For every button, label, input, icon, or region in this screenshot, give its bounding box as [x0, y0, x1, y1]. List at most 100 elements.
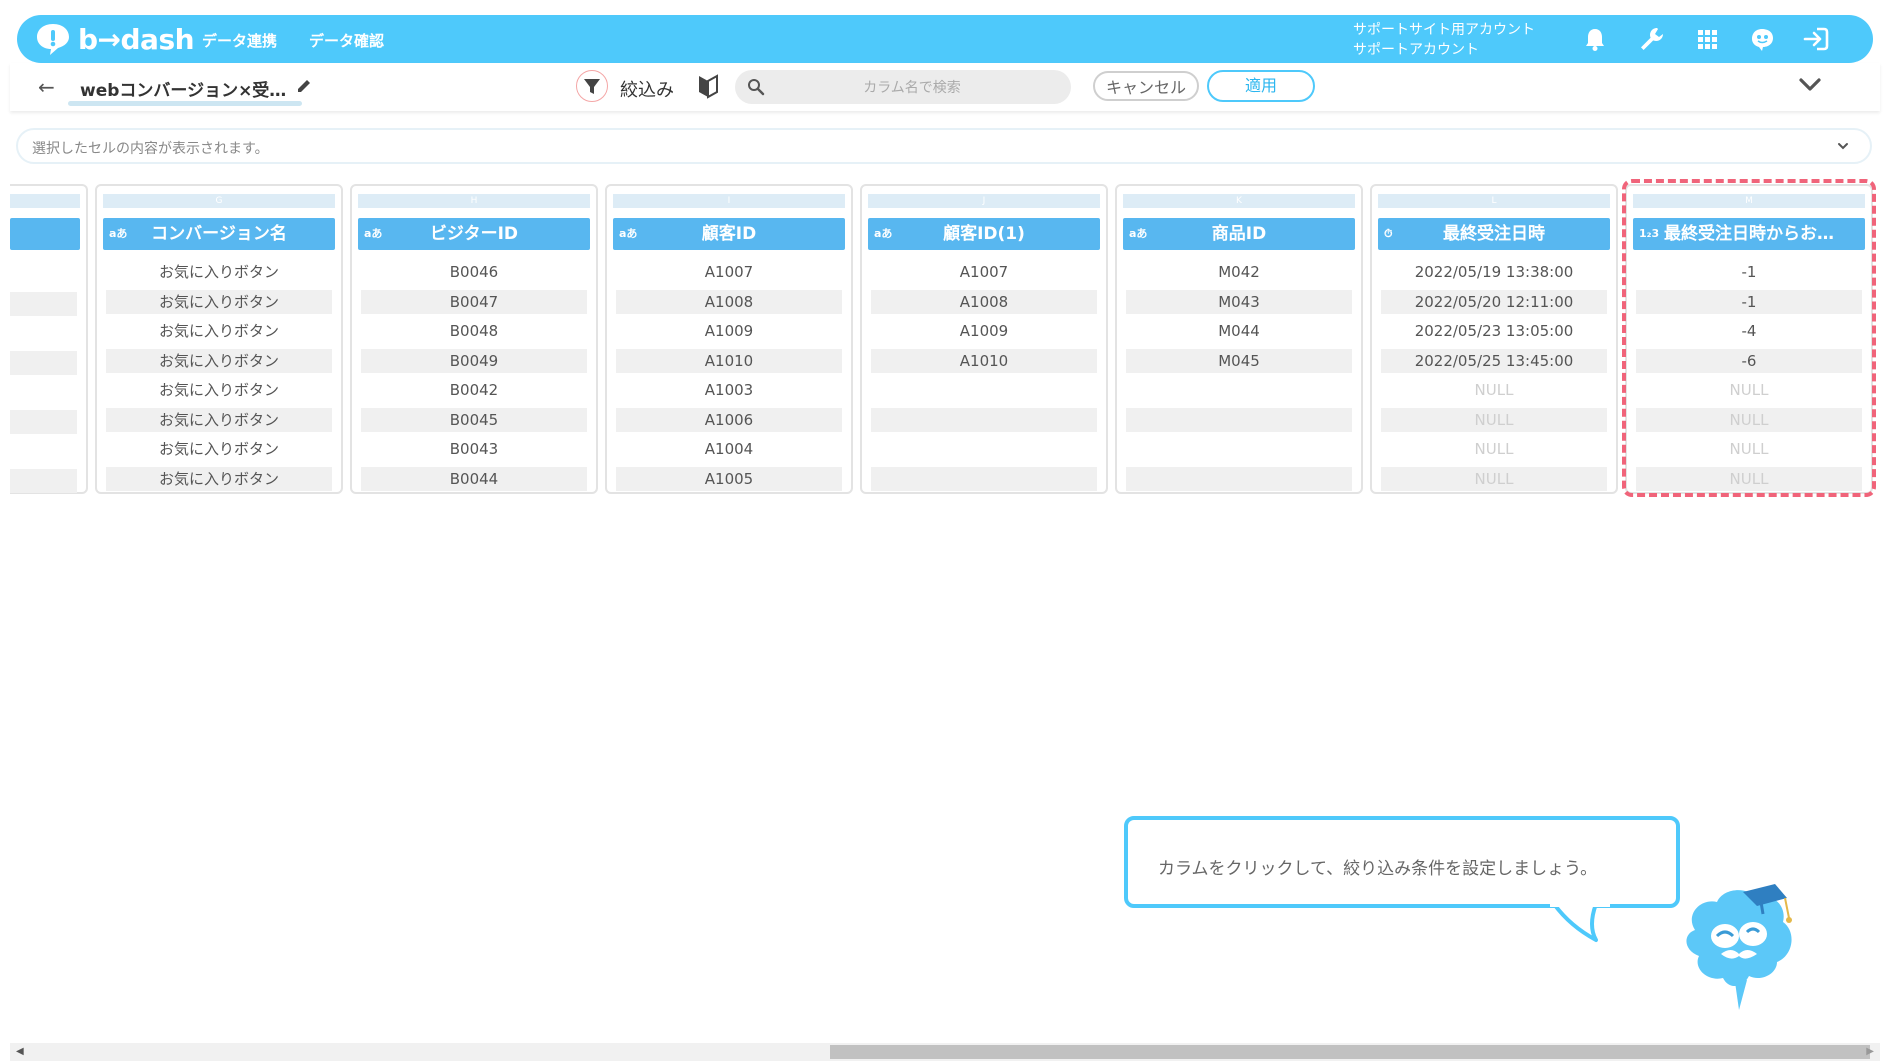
table-cell[interactable] — [1126, 378, 1352, 402]
table-cell[interactable]: お気に入りボタン — [106, 407, 332, 432]
table-cell[interactable]: B0044 — [361, 466, 587, 491]
logo-text: b→dash — [78, 22, 195, 56]
table-cell[interactable]: 2022/05/20 12:11:00 — [1381, 289, 1607, 314]
support-mascot-icon[interactable] — [1748, 25, 1776, 53]
table-column[interactable]: Iaあ 顧客ID A1007 A1008 A1009 A1010 A1003 A1006 A10… — [605, 184, 853, 494]
pencil-edit-icon[interactable] — [295, 77, 313, 95]
table-cell[interactable]: A1009 — [871, 319, 1097, 343]
funnel-icon — [584, 79, 600, 94]
table-cell[interactable] — [10, 469, 77, 493]
table-cell[interactable]: A1008 — [871, 289, 1097, 314]
table-cell[interactable]: A1004 — [616, 437, 842, 461]
bdash-logo[interactable]: b→dash — [34, 21, 195, 57]
table-cell[interactable]: A1007 — [616, 260, 842, 284]
hint-speech-bubble: カラムをクリックして、絞り込み条件を設定しましょう。 — [1124, 816, 1680, 908]
table-cell[interactable]: NULL — [1381, 466, 1607, 491]
table-cell[interactable]: NULL — [1381, 378, 1607, 402]
table-cell[interactable]: A1007 — [871, 260, 1097, 284]
column-search-input[interactable] — [775, 74, 1049, 102]
table-cell[interactable]: A1003 — [616, 378, 842, 402]
table-cell[interactable]: A1010 — [616, 348, 842, 373]
table-cell[interactable]: M042 — [1126, 260, 1352, 284]
horizontal-scrollbar[interactable]: ◀ ▶ — [10, 1043, 1880, 1061]
table-column[interactable]: Gaあ コンバージョン名お気に入りボタン お気に入りボタン お気に入りボタン お気に入り… — [95, 184, 343, 494]
table-cell[interactable]: 2022/05/19 13:38:00 — [1381, 260, 1607, 284]
table-cell[interactable]: お気に入りボタン — [106, 289, 332, 314]
cancel-button[interactable]: キャンセル — [1093, 71, 1199, 101]
apply-button[interactable]: 適用 — [1207, 70, 1315, 102]
account-info[interactable]: サポートサイト用アカウント サポートアカウント — [1353, 20, 1535, 60]
table-cell[interactable]: NULL — [1381, 407, 1607, 432]
column-letter — [10, 194, 80, 208]
filter-button[interactable] — [576, 70, 608, 102]
table-column[interactable]: L ⏱ 最終受注日時 2022/05/19 13:38:00 2022/05/20 12… — [1370, 184, 1618, 494]
table-cell[interactable] — [10, 351, 77, 375]
table-cell[interactable] — [1126, 407, 1352, 432]
table-cell[interactable]: お気に入りボタン — [106, 319, 332, 343]
wrench-icon[interactable] — [1637, 25, 1665, 53]
table-cell[interactable] — [871, 437, 1097, 461]
scroll-right-arrow-icon[interactable]: ▶ — [1866, 1046, 1874, 1057]
table-column[interactable]: Haあ ビジターID B0046 B0047 B0048 B0049 B0042 B0045 B… — [350, 184, 598, 494]
table-cell[interactable]: B0046 — [361, 260, 587, 284]
column-header-label: ビジターID — [429, 224, 519, 244]
table-cell[interactable] — [10, 410, 77, 434]
beginner-mark-icon[interactable] — [697, 73, 719, 99]
table-cell[interactable]: B0048 — [361, 319, 587, 343]
column-header-label: 顧客ID(1) — [943, 224, 1025, 244]
table-cell[interactable] — [871, 407, 1097, 432]
cell-preview-bar[interactable]: 選択したセルの内容が表示されます。 — [16, 128, 1872, 164]
table-cell[interactable]: B0047 — [361, 289, 587, 314]
table-cell[interactable]: 2022/05/25 13:45:00 — [1381, 348, 1607, 373]
table-cell[interactable]: お気に入りボタン — [106, 260, 332, 284]
column-header[interactable]: aあ 商品ID — [1123, 218, 1355, 250]
nav-data-check[interactable]: データ確認 — [309, 30, 384, 51]
table-cell[interactable]: M043 — [1126, 289, 1352, 314]
column-header[interactable]: aあ 顧客ID — [613, 218, 845, 250]
scrollbar-thumb[interactable] — [830, 1045, 1870, 1059]
table-cell[interactable]: NULL — [1381, 437, 1607, 461]
column-header[interactable]: ⏱ 最終受注日時 — [1378, 218, 1610, 250]
column-header[interactable] — [10, 218, 80, 250]
partial-column-left[interactable] — [10, 184, 88, 494]
table-column[interactable]: Kaあ 商品ID M042 M043 M044 M045 — [1115, 184, 1363, 494]
table-cell[interactable]: B0049 — [361, 348, 587, 373]
table-cell[interactable]: お気に入りボタン — [106, 466, 332, 491]
column-letter: G — [103, 194, 335, 208]
table-cell[interactable] — [1126, 437, 1352, 461]
scroll-left-arrow-icon[interactable]: ◀ — [16, 1046, 24, 1057]
table-cell[interactable] — [1126, 466, 1352, 491]
table-cell[interactable]: M045 — [1126, 348, 1352, 373]
back-arrow-icon[interactable]: ← — [38, 75, 55, 99]
table-cell[interactable]: お気に入りボタン — [106, 378, 332, 402]
column-header-label: 顧客ID — [701, 224, 757, 244]
column-header[interactable]: aあ 顧客ID(1) — [868, 218, 1100, 250]
column-header[interactable]: aあ コンバージョン名 — [103, 218, 335, 250]
table-cell[interactable]: A1010 — [871, 348, 1097, 373]
logout-icon[interactable] — [1802, 25, 1830, 53]
table-cell[interactable] — [871, 466, 1097, 491]
column-header-label: 商品ID — [1211, 224, 1267, 244]
column-type-icon: aあ — [364, 227, 383, 240]
table-cell[interactable]: M044 — [1126, 319, 1352, 343]
table-cell[interactable]: A1006 — [616, 407, 842, 432]
nav-data-integration[interactable]: データ連携 — [202, 30, 277, 51]
bell-icon[interactable] — [1581, 25, 1609, 53]
table-cell[interactable] — [871, 378, 1097, 402]
table-cell[interactable]: A1005 — [616, 466, 842, 491]
table-cell[interactable]: お気に入りボタン — [106, 437, 332, 461]
table-cell[interactable]: A1009 — [616, 319, 842, 343]
column-header[interactable]: aあ ビジターID — [358, 218, 590, 250]
table-cell[interactable] — [10, 292, 77, 316]
chevron-down-icon[interactable] — [1798, 75, 1822, 95]
table-cell[interactable]: B0042 — [361, 378, 587, 402]
apps-grid-icon[interactable] — [1693, 25, 1721, 53]
table-column[interactable]: Jaあ 顧客ID(1) A1007 A1008 A1009 A1010 — [860, 184, 1108, 494]
table-cell[interactable]: B0045 — [361, 407, 587, 432]
dataset-title[interactable]: webコンバージョン×受… — [80, 76, 286, 101]
table-cell[interactable]: A1008 — [616, 289, 842, 314]
table-cell[interactable]: B0043 — [361, 437, 587, 461]
table-cell[interactable]: お気に入りボタン — [106, 348, 332, 373]
table-cell[interactable]: 2022/05/23 13:05:00 — [1381, 319, 1607, 343]
chevron-down-icon[interactable] — [1836, 139, 1850, 153]
